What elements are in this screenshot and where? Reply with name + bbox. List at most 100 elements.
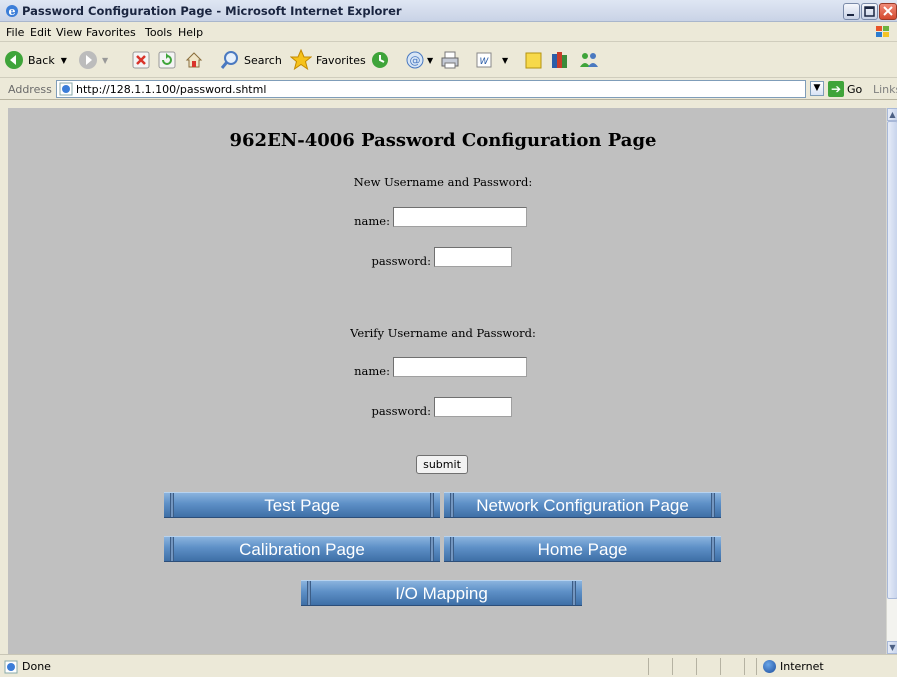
new-name-input[interactable] [393, 207, 527, 227]
address-url: http://128.1.1.100/password.shtml [76, 83, 267, 96]
favorites-label: Favorites [316, 53, 366, 67]
mail-dropdown-icon[interactable]: ▼ [427, 56, 433, 65]
status-divider [720, 658, 721, 675]
window-title: Password Configuration Page - Microsoft … [22, 4, 402, 18]
new-credentials-label: New Username and Password: [353, 175, 533, 189]
address-dropdown-button[interactable]: ▼ [810, 81, 824, 96]
status-divider [672, 658, 673, 675]
messenger-icon [580, 53, 598, 67]
windows-logo-icon [876, 26, 889, 37]
content-frame-left [0, 100, 8, 654]
new-name-label: name: [354, 214, 390, 228]
page-done-icon [4, 660, 18, 674]
chevron-up-icon: ▲ [889, 110, 896, 119]
forward-dropdown-icon: ▼ [102, 55, 109, 65]
status-divider [696, 658, 697, 675]
ie-page-icon [59, 82, 73, 96]
menu-help[interactable]: Help [178, 26, 203, 39]
messenger-button[interactable] [578, 49, 600, 71]
submit-button[interactable]: submit [416, 455, 468, 474]
network-config-page-button[interactable]: Network Configuration Page [444, 492, 721, 518]
svg-text:@: @ [410, 54, 421, 67]
internet-globe-icon [763, 660, 776, 673]
svg-text:W: W [480, 57, 490, 67]
back-button[interactable]: Back ▼ [4, 49, 67, 71]
stop-icon [132, 51, 150, 69]
page-content: 962EN-4006 Password Configuration Page N… [8, 108, 886, 654]
menu-favorites[interactable]: Favorites [86, 26, 136, 39]
home-button[interactable] [184, 49, 204, 71]
verify-credentials-label: Verify Username and Password: [350, 326, 536, 340]
home-page-button[interactable]: Home Page [444, 536, 721, 562]
go-button[interactable]: ➔ Go [828, 81, 862, 97]
status-divider [744, 658, 745, 675]
print-button[interactable] [440, 49, 460, 71]
scrollbar-thumb[interactable] [887, 121, 897, 599]
menu-view[interactable]: View [56, 26, 82, 39]
address-bar: Address http://128.1.1.100/password.shtm… [0, 78, 897, 100]
links-label[interactable]: Links [873, 83, 897, 96]
home-icon [185, 52, 203, 68]
refresh-button[interactable] [158, 49, 176, 71]
address-input[interactable]: http://128.1.1.100/password.shtml [56, 80, 806, 98]
stop-button[interactable] [132, 49, 150, 71]
research-button[interactable] [550, 49, 570, 71]
vertical-scrollbar[interactable]: ▲ ▼ [886, 108, 897, 654]
title-bar: e Password Configuration Page - Microsof… [0, 0, 897, 22]
forward-arrow-icon [79, 51, 97, 69]
go-arrow-icon: ➔ [828, 81, 844, 97]
back-label: Back [28, 53, 55, 67]
refresh-icon [158, 51, 176, 69]
back-dropdown-icon[interactable]: ▼ [61, 56, 67, 65]
menu-edit[interactable]: Edit [30, 26, 51, 39]
research-books-icon [552, 52, 567, 68]
search-label: Search [244, 53, 282, 67]
svg-text:e: e [9, 5, 16, 18]
menu-tools[interactable]: Tools [145, 26, 172, 39]
content-frame-top [0, 100, 897, 108]
status-divider [756, 658, 757, 675]
io-mapping-button[interactable]: I/O Mapping [301, 580, 582, 606]
notes-button[interactable] [524, 49, 544, 71]
chevron-down-icon: ▼ [889, 643, 896, 652]
verify-name-input[interactable] [393, 357, 527, 377]
edit-button[interactable]: W ▼ [474, 49, 508, 71]
verify-password-label: password: [371, 404, 431, 418]
mail-button[interactable]: @ ▼ [404, 49, 433, 71]
search-icon [220, 51, 238, 69]
edit-dropdown-icon[interactable]: ▼ [502, 56, 508, 65]
toolbar: Back ▼ ▼ Search Favorites @ ▼ W ▼ [0, 42, 897, 78]
close-icon [883, 6, 893, 16]
status-text: Done [22, 660, 51, 673]
sticky-note-icon [525, 52, 542, 69]
search-button[interactable]: Search [220, 49, 282, 71]
back-arrow-icon [5, 51, 23, 69]
go-label: Go [847, 82, 863, 96]
maximize-icon [864, 6, 875, 17]
minimize-button[interactable] [843, 3, 860, 20]
verify-password-input[interactable] [434, 397, 512, 417]
status-bar: Done Internet [0, 654, 897, 677]
calibration-page-button[interactable]: Calibration Page [164, 536, 440, 562]
forward-button[interactable]: ▼ [78, 49, 108, 71]
new-password-label: password: [371, 254, 431, 268]
test-page-button[interactable]: Test Page [164, 492, 440, 518]
favorites-star-icon [290, 49, 312, 71]
close-button[interactable] [879, 3, 897, 20]
internet-explorer-icon: e [6, 5, 18, 18]
new-password-input[interactable] [434, 247, 512, 267]
address-label: Address [8, 83, 52, 96]
scroll-down-button[interactable]: ▼ [887, 641, 897, 654]
history-button[interactable] [370, 49, 390, 71]
menu-file[interactable]: File [6, 26, 24, 39]
chevron-down-icon: ▼ [813, 83, 821, 93]
scroll-up-button[interactable]: ▲ [887, 108, 897, 121]
mail-icon: @ [406, 51, 424, 69]
page-title: 962EN-4006 Password Configuration Page [229, 130, 657, 151]
print-icon [441, 51, 459, 69]
security-zone-label: Internet [780, 660, 824, 673]
maximize-button[interactable] [861, 3, 878, 20]
menu-bar: File Edit View Favorites Tools Help [0, 22, 897, 42]
verify-name-label: name: [354, 364, 390, 378]
favorites-button[interactable]: Favorites [290, 49, 366, 71]
